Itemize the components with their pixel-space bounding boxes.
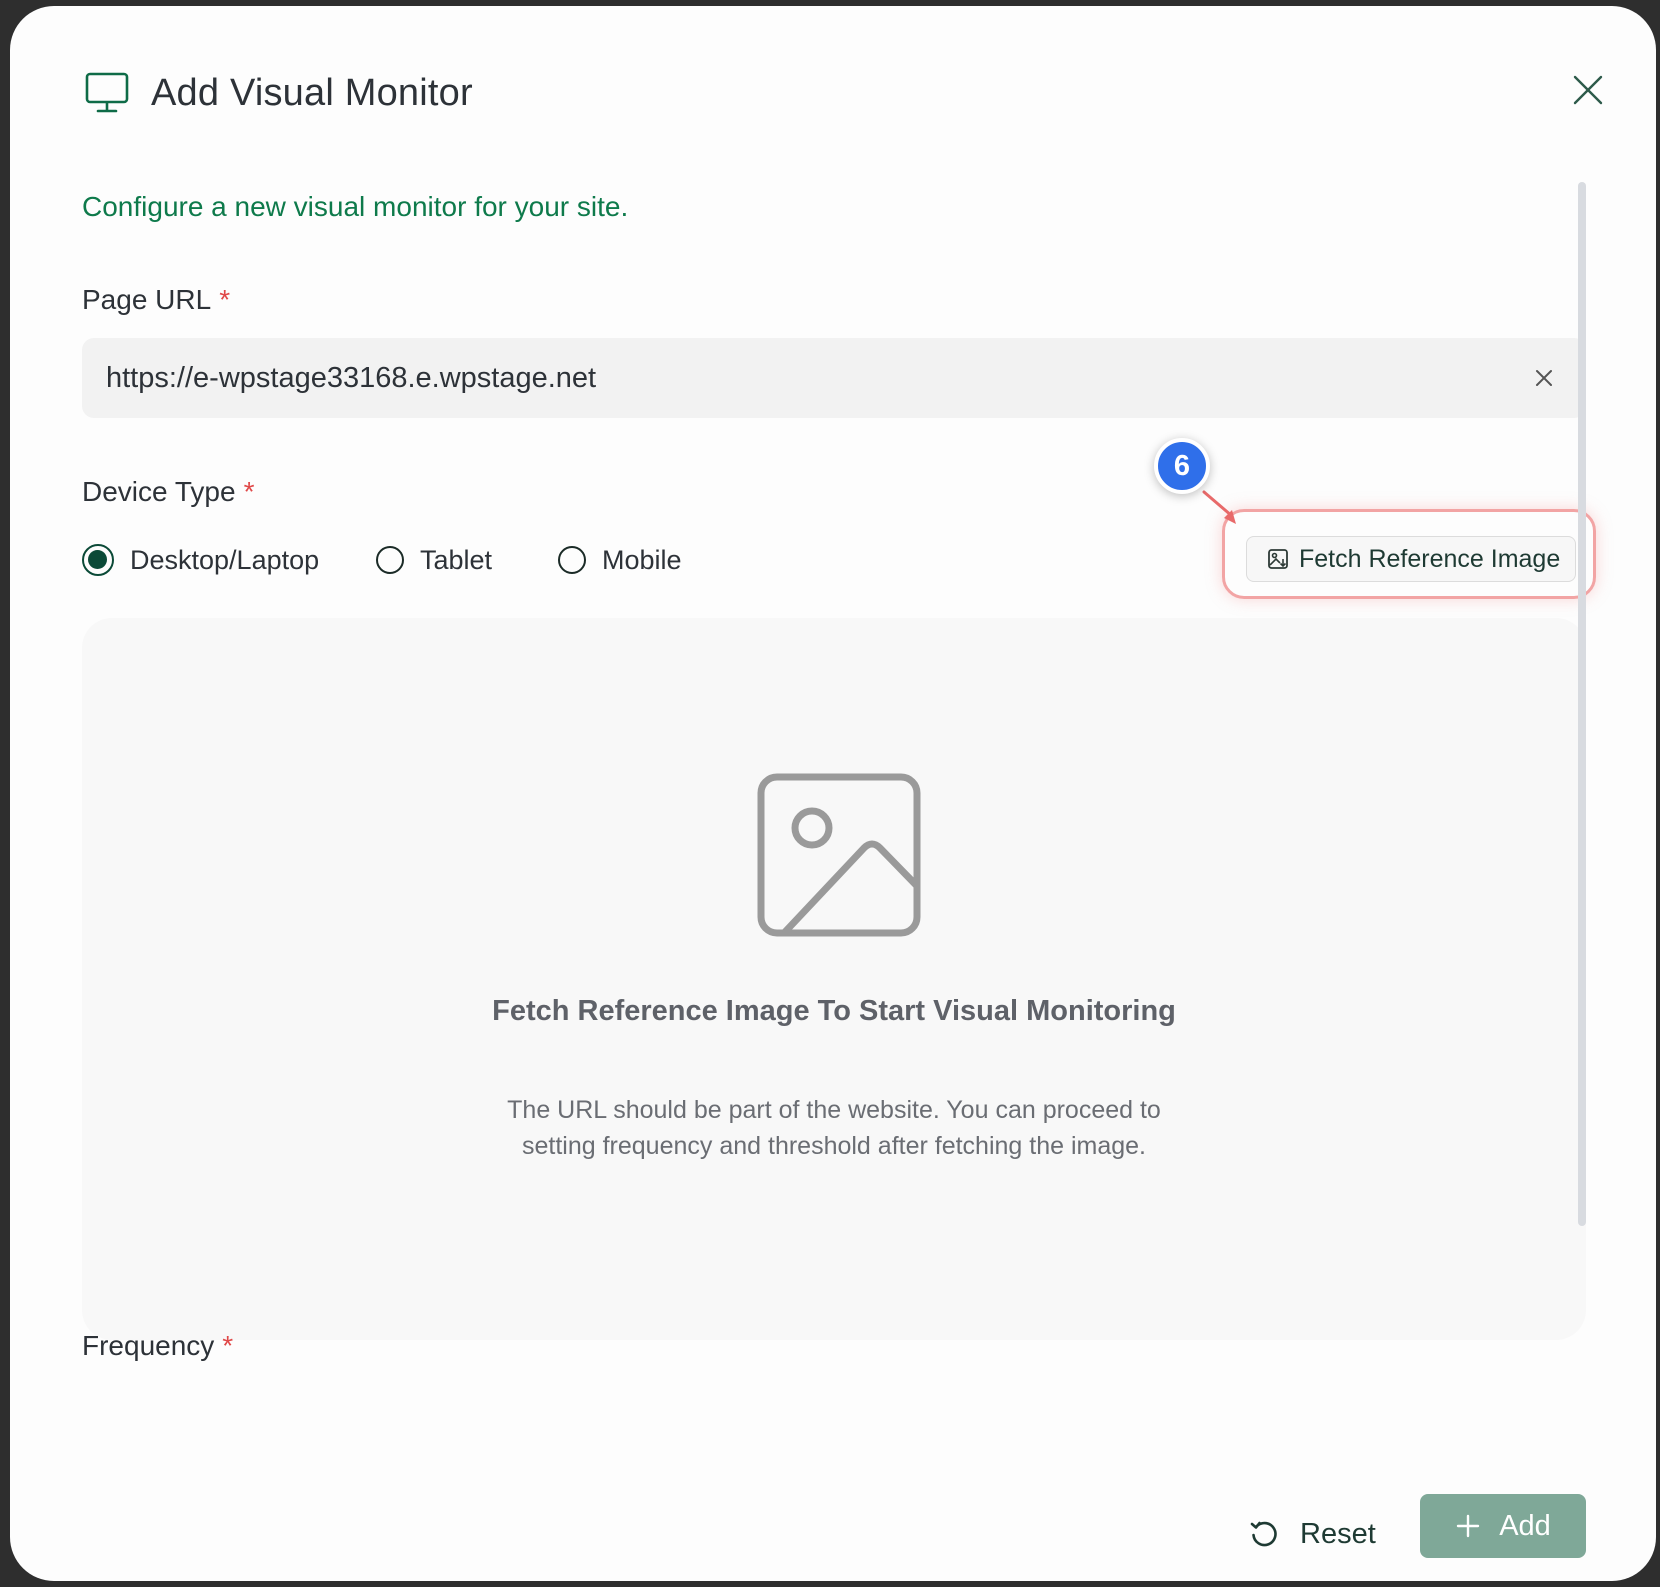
reset-icon <box>1250 1521 1277 1547</box>
page-url-label-text: Page URL <box>82 284 212 315</box>
dialog-title: Add Visual Monitor <box>151 72 473 114</box>
fetch-reference-image-label: Fetch Reference Image <box>1299 544 1561 573</box>
dialog-subtitle: Configure a new visual monitor for your … <box>82 191 629 222</box>
image-download-icon <box>1268 549 1288 569</box>
clear-input-icon[interactable] <box>1532 366 1556 390</box>
radio-mobile[interactable]: Mobile <box>558 540 682 580</box>
radio-tablet[interactable]: Tablet <box>376 540 492 580</box>
radio-button-selected[interactable] <box>82 544 114 576</box>
reference-image-preview: Fetch Reference Image To Start Visual Mo… <box>82 618 1586 1340</box>
radio-button[interactable] <box>558 546 586 574</box>
preview-description: The URL should be part of the website. Y… <box>507 1096 1161 1160</box>
reset-label: Reset <box>1300 1517 1376 1550</box>
frequency-label: Frequency * <box>82 1328 233 1364</box>
annotation-arrow <box>1202 490 1236 524</box>
reset-button[interactable]: Reset <box>1248 1504 1376 1564</box>
scrollbar[interactable] <box>1578 182 1586 1226</box>
page-url-label: Page URL * <box>82 282 230 318</box>
add-visual-monitor-dialog: Add Visual Monitor Configure a new visua… <box>10 6 1656 1581</box>
radio-button[interactable] <box>376 546 404 574</box>
fetch-reference-image-button[interactable]: Fetch Reference Image <box>1246 536 1576 582</box>
monitor-icon <box>85 72 129 113</box>
required-mark: * <box>243 476 255 507</box>
plus-icon <box>1456 1514 1480 1538</box>
image-placeholder-icon <box>757 773 921 937</box>
add-button[interactable]: Add <box>1420 1494 1586 1558</box>
radio-label: Desktop/Laptop <box>130 544 320 575</box>
device-type-label-text: Device Type <box>82 476 236 507</box>
preview-title: Fetch Reference Image To Start Visual Mo… <box>492 995 1176 1027</box>
required-mark: * <box>222 1330 234 1361</box>
page-url-value[interactable]: https://e-wpstage33168.e.wpstage.net <box>106 358 596 398</box>
add-label: Add <box>1499 1509 1551 1542</box>
radio-desktop-laptop[interactable]: Desktop/Laptop <box>82 540 319 580</box>
step-number-badge: 6 <box>1154 438 1210 494</box>
radio-label: Mobile <box>602 544 682 575</box>
page-url-input[interactable]: https://e-wpstage33168.e.wpstage.net <box>82 338 1586 418</box>
radio-label: Tablet <box>420 544 493 575</box>
frequency-label-text: Frequency <box>82 1330 215 1361</box>
required-mark: * <box>219 284 231 315</box>
device-type-label: Device Type * <box>82 474 254 510</box>
close-icon[interactable] <box>1570 72 1606 108</box>
